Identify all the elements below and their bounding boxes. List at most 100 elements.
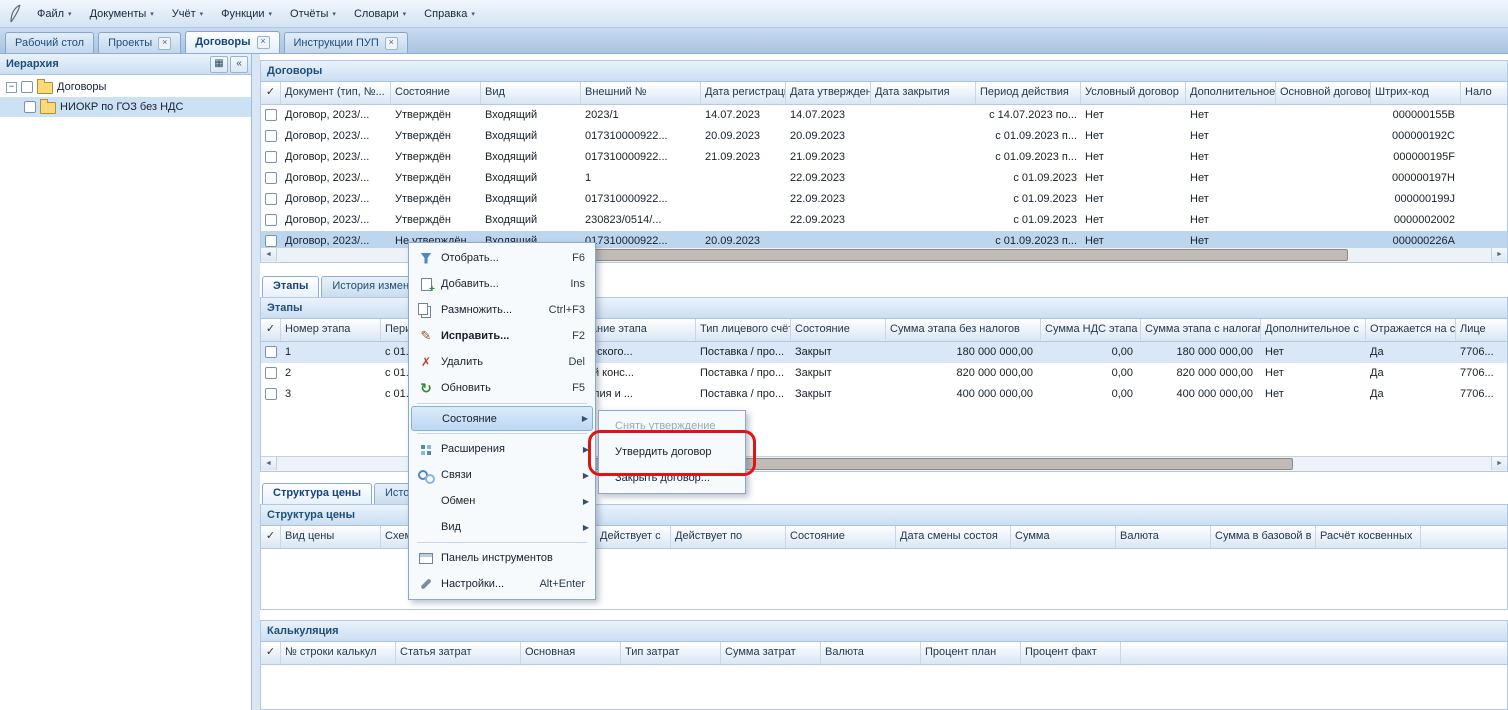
section-tab[interactable]: Структура цены bbox=[262, 483, 372, 504]
column-header[interactable]: ✓ bbox=[261, 642, 281, 664]
table-row[interactable]: Договор, 2023/...УтверждёнВходящий122.09… bbox=[261, 168, 1507, 189]
column-header[interactable]: Основной договор bbox=[1276, 82, 1371, 104]
column-header[interactable]: ✓ bbox=[261, 82, 281, 104]
column-header[interactable]: Сумма этапа с налогами bbox=[1141, 319, 1261, 341]
menu-item[interactable]: Состояние▶ bbox=[411, 406, 593, 431]
column-header[interactable]: Валюта bbox=[821, 642, 921, 664]
column-header[interactable]: Расчёт косвенных bbox=[1316, 526, 1421, 548]
column-header[interactable]: Дополнительное с bbox=[1261, 319, 1366, 341]
column-header[interactable]: Вид цены bbox=[281, 526, 381, 548]
menu-item[interactable]: Исправить...F2 bbox=[411, 323, 593, 349]
row-checkbox[interactable] bbox=[265, 388, 277, 400]
close-tab-icon[interactable]: × bbox=[257, 36, 270, 49]
column-header[interactable]: ✓ bbox=[261, 526, 281, 548]
column-header[interactable]: Условный договор bbox=[1081, 82, 1186, 104]
menu-item[interactable]: Отобрать...F6 bbox=[411, 245, 593, 271]
scroll-right-icon[interactable]: ► bbox=[1491, 248, 1507, 261]
menu-item[interactable]: Обмен▶ bbox=[411, 488, 593, 514]
table-row[interactable]: Договор, 2023/...УтверждёнВходящий017310… bbox=[261, 189, 1507, 210]
view-mode-icon[interactable]: ▦ bbox=[210, 56, 228, 73]
close-tab-icon[interactable]: × bbox=[385, 37, 398, 50]
tree-item[interactable]: −Договоры bbox=[0, 77, 251, 97]
row-checkbox[interactable] bbox=[265, 130, 277, 142]
menu-item[interactable]: Расширения▶ bbox=[411, 436, 593, 462]
column-header[interactable]: Действует с bbox=[596, 526, 671, 548]
document-tab[interactable]: Договоры× bbox=[185, 31, 279, 53]
column-header[interactable]: Процент план bbox=[921, 642, 1021, 664]
menu-item[interactable]: Закрыть договор... bbox=[601, 465, 743, 491]
menubar-item[interactable]: Документы▾ bbox=[81, 5, 163, 23]
scroll-right-icon[interactable]: ► bbox=[1491, 457, 1507, 470]
checkbox[interactable] bbox=[21, 81, 33, 93]
document-tab[interactable]: Рабочий стол bbox=[5, 32, 94, 53]
column-header[interactable]: Статья затрат bbox=[396, 642, 521, 664]
column-header[interactable]: Отражается на су bbox=[1366, 319, 1456, 341]
menubar-item[interactable]: Справка▾ bbox=[415, 5, 484, 23]
panel-splitter[interactable] bbox=[252, 54, 260, 710]
column-header[interactable]: Сумма bbox=[1011, 526, 1116, 548]
menu-item[interactable]: Размножить...Ctrl+F3 bbox=[411, 297, 593, 323]
row-checkbox[interactable] bbox=[265, 214, 277, 226]
menu-item[interactable]: ОбновитьF5 bbox=[411, 375, 593, 401]
menubar-item[interactable]: Учёт▾ bbox=[163, 5, 212, 23]
column-header[interactable]: Состояние bbox=[791, 319, 886, 341]
column-header[interactable]: Документ (тип, №... bbox=[281, 82, 391, 104]
table-row[interactable]: Договор, 2023/...УтверждёнВходящий2023/1… bbox=[261, 105, 1507, 126]
column-header[interactable]: Сумма НДС этапа bbox=[1041, 319, 1141, 341]
collapse-expander-icon[interactable]: − bbox=[6, 82, 17, 93]
column-header[interactable]: Дополнительное с bbox=[1186, 82, 1276, 104]
column-header[interactable]: Действует по bbox=[671, 526, 786, 548]
menu-item[interactable]: Утвердить договор bbox=[601, 439, 743, 465]
scroll-left-icon[interactable]: ◄ bbox=[261, 248, 277, 261]
row-checkbox[interactable] bbox=[265, 172, 277, 184]
menubar-item[interactable]: Словари▾ bbox=[345, 5, 415, 23]
row-checkbox[interactable] bbox=[265, 193, 277, 205]
menubar-item[interactable]: Функции▾ bbox=[212, 5, 281, 23]
column-header[interactable]: Вид bbox=[481, 82, 581, 104]
document-tab[interactable]: Проекты× bbox=[98, 32, 181, 53]
column-header[interactable]: Сумма затрат bbox=[721, 642, 821, 664]
close-tab-icon[interactable]: × bbox=[158, 37, 171, 50]
column-header[interactable]: Тип затрат bbox=[621, 642, 721, 664]
column-header[interactable]: Основная bbox=[521, 642, 621, 664]
column-header[interactable]: Процент факт bbox=[1021, 642, 1121, 664]
column-header[interactable]: Сумма в базовой в bbox=[1211, 526, 1316, 548]
tree-item[interactable]: НИОКР по ГОЗ без НДС bbox=[0, 97, 251, 117]
column-header[interactable]: Лице bbox=[1456, 319, 1507, 341]
table-row[interactable]: Договор, 2023/...УтверждёнВходящий017310… bbox=[261, 126, 1507, 147]
row-checkbox[interactable] bbox=[265, 151, 277, 163]
menu-item[interactable]: Настройки...Alt+Enter bbox=[411, 571, 593, 597]
menu-item[interactable]: УдалитьDel bbox=[411, 349, 593, 375]
column-header[interactable]: Валюта bbox=[1116, 526, 1211, 548]
section-tab[interactable]: Этапы bbox=[262, 276, 319, 297]
table-row[interactable]: Договор, 2023/...УтверждёнВходящий017310… bbox=[261, 147, 1507, 168]
column-header[interactable]: Тип лицевого счёт bbox=[696, 319, 791, 341]
menu-item[interactable]: Добавить...Ins bbox=[411, 271, 593, 297]
column-header[interactable]: Сумма этапа без налогов bbox=[886, 319, 1041, 341]
column-header[interactable]: Номер этапа bbox=[281, 319, 381, 341]
scrollbar-thumb[interactable] bbox=[471, 249, 1348, 261]
collapse-panel-icon[interactable]: « bbox=[230, 56, 248, 73]
column-header[interactable]: Состояние bbox=[391, 82, 481, 104]
column-header[interactable]: ✓ bbox=[261, 319, 281, 341]
column-header[interactable]: № строки калькул bbox=[281, 642, 396, 664]
column-header[interactable]: Нало bbox=[1461, 82, 1507, 104]
menu-item[interactable]: Панель инструментов bbox=[411, 545, 593, 571]
column-header[interactable]: Дата утверждения bbox=[786, 82, 871, 104]
column-header[interactable]: Дата регистрации bbox=[701, 82, 786, 104]
row-checkbox[interactable] bbox=[265, 346, 277, 358]
column-header[interactable]: Дата закрытия bbox=[871, 82, 976, 104]
column-header[interactable]: Штрих-код bbox=[1371, 82, 1461, 104]
menubar-item[interactable]: Отчёты▾ bbox=[281, 5, 345, 23]
checkbox[interactable] bbox=[24, 101, 36, 113]
row-checkbox[interactable] bbox=[265, 235, 277, 247]
menu-item[interactable]: Вид▶ bbox=[411, 514, 593, 540]
column-header[interactable]: Состояние bbox=[786, 526, 896, 548]
row-checkbox[interactable] bbox=[265, 367, 277, 379]
menubar-item[interactable]: Файл▾ bbox=[28, 5, 81, 23]
column-header[interactable]: Дата смены состоя bbox=[896, 526, 1011, 548]
document-tab[interactable]: Инструкции ПУП× bbox=[284, 32, 408, 53]
menu-item[interactable]: Связи▶ bbox=[411, 462, 593, 488]
scroll-left-icon[interactable]: ◄ bbox=[261, 457, 277, 470]
column-header[interactable]: Период действия bbox=[976, 82, 1081, 104]
